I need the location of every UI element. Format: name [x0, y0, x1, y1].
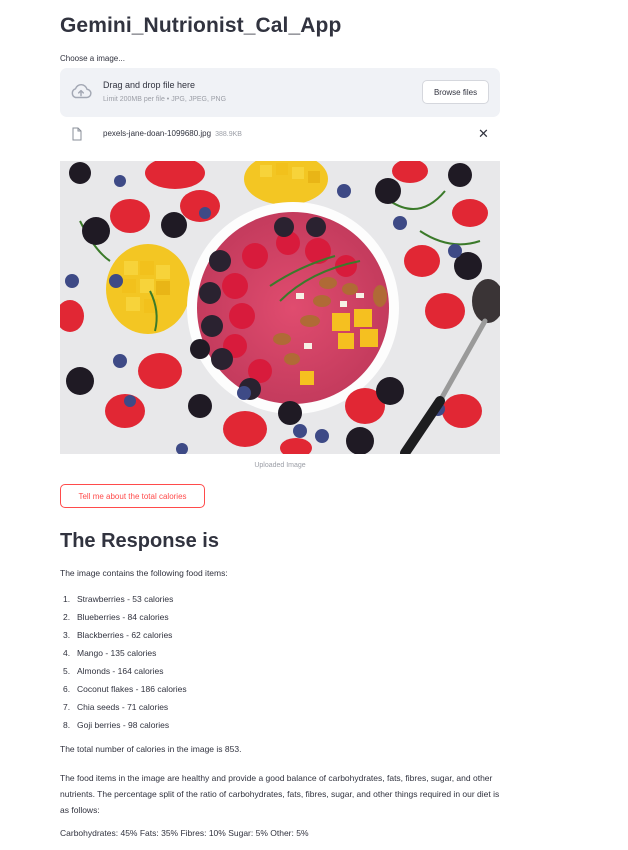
file-icon: [72, 127, 82, 141]
list-item: 1. Strawberries - 53 calories: [60, 592, 187, 610]
list-item-number: 4.: [63, 648, 71, 658]
list-item-number: 1.: [63, 594, 71, 604]
file-size: 388.9KB: [215, 131, 242, 138]
list-item-text: Almonds - 164 calories: [77, 666, 164, 676]
total-calories-button[interactable]: Tell me about the total calories: [60, 484, 205, 508]
list-item-number: 2.: [63, 612, 71, 622]
app-title: Gemini_Nutrionist_Cal_App: [60, 14, 342, 37]
dropzone-limit: Limit 200MB per file • JPG, JPEG, PNG: [103, 96, 227, 103]
nutrition-description: The food items in the image are healthy …: [60, 773, 500, 815]
list-item-text: Mango - 135 calories: [77, 648, 157, 658]
uploaded-image: [60, 161, 500, 454]
total-calories-text: The total number of calories in the imag…: [60, 744, 242, 754]
list-item: 7. Chia seeds - 71 calories: [60, 700, 187, 718]
food-items-list: 1. Strawberries - 53 calories 2. Blueberri…: [60, 592, 187, 736]
cloud-upload-icon: [71, 83, 92, 99]
mango-left: [106, 244, 190, 334]
dropzone-instructions: Drag and drop file here: [103, 80, 196, 90]
uploaded-file-row: pexels-jane-doan-1099680.jpg 388.9KB ✕: [60, 123, 500, 147]
list-item-text: Blueberries - 84 calories: [77, 612, 169, 622]
list-item-text: Chia seeds - 71 calories: [77, 702, 169, 712]
file-name-text: pexels-jane-doan-1099680.jpg: [103, 129, 212, 138]
list-item-number: 6.: [63, 684, 71, 694]
macro-split-text: Carbohydrates: 45% Fats: 35% Fibres: 10%…: [60, 828, 309, 838]
file-name: pexels-jane-doan-1099680.jpg 388.9KB: [103, 129, 242, 138]
list-item-number: 7.: [63, 702, 71, 712]
response-heading: The Response is: [60, 530, 219, 552]
list-item-text: Blackberries - 62 calories: [77, 630, 173, 640]
response-intro: The image contains the following food it…: [60, 568, 228, 578]
image-caption: Uploaded Image: [254, 462, 306, 469]
list-item-text: Goji berries - 98 calories: [77, 720, 170, 730]
list-item: 5. Almonds - 164 calories: [60, 664, 187, 682]
list-item: 8. Goji berries - 98 calories: [60, 718, 187, 736]
list-item-number: 3.: [63, 630, 71, 640]
browse-files-button[interactable]: Browse files: [422, 80, 489, 104]
file-dropzone[interactable]: Drag and drop file here Limit 200MB per …: [60, 68, 500, 117]
fruit-bowl-photo: [60, 161, 500, 454]
list-item: 3. Blackberries - 62 calories: [60, 628, 187, 646]
uploader-label: Choose a image...: [60, 54, 125, 63]
list-item: 2. Blueberries - 84 calories: [60, 610, 187, 628]
list-item-text: Coconut flakes - 186 calories: [77, 684, 187, 694]
list-item: 6. Coconut flakes - 186 calories: [60, 682, 187, 700]
list-item-number: 8.: [63, 720, 71, 730]
list-item: 4. Mango - 135 calories: [60, 646, 187, 664]
close-icon[interactable]: ✕: [478, 126, 489, 142]
list-item-text: Strawberries - 53 calories: [77, 594, 174, 604]
list-item-number: 5.: [63, 666, 71, 676]
